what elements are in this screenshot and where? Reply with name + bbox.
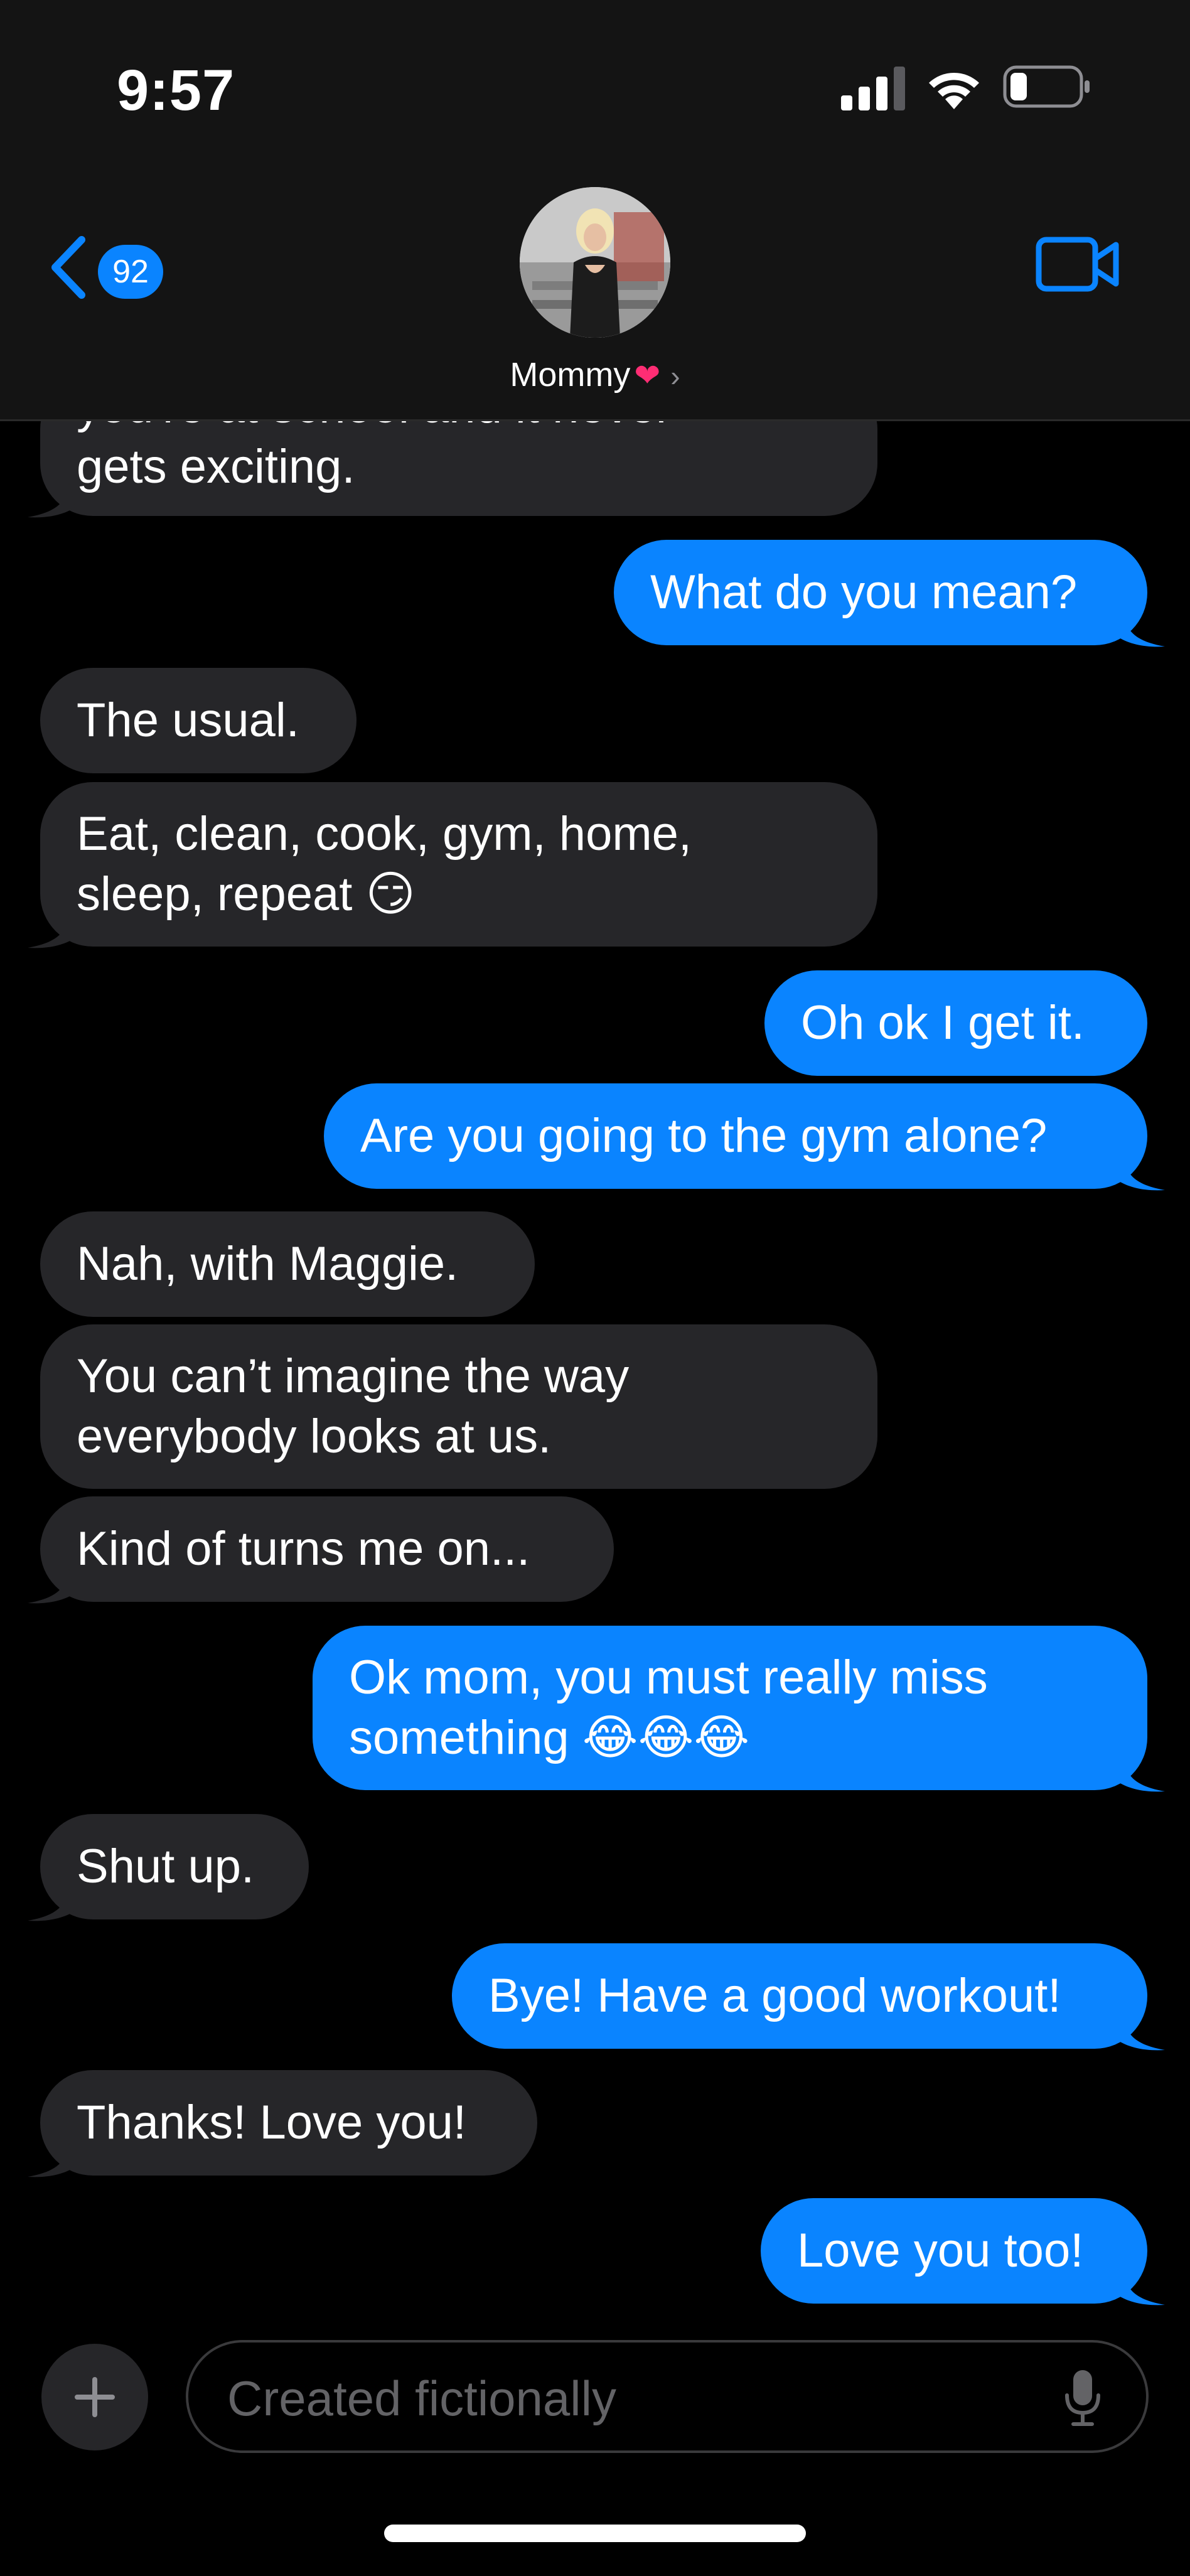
- chevron-right-icon: ›: [670, 360, 680, 392]
- message-bubble-incoming[interactable]: Nah, with Maggie.: [40, 1211, 535, 1317]
- bubble-tail: [1117, 613, 1165, 647]
- message-line: everybody looks at us.: [77, 1410, 552, 1463]
- message-line: Shut up.: [77, 1840, 255, 1893]
- message-line: You can’t imagine the way: [77, 1350, 630, 1403]
- message-line: Bye! Have a good workout!: [488, 1969, 1061, 2022]
- message-bubble-incoming[interactable]: You can’t imagine the way everybody look…: [40, 1324, 877, 1489]
- message-bubble-outgoing[interactable]: Are you going to the gym alone?: [324, 1083, 1147, 1189]
- microphone-icon[interactable]: [1063, 2369, 1102, 2427]
- message-line: Ok mom, you must really miss: [349, 1651, 988, 1704]
- bubble-tail: [1117, 1758, 1165, 1792]
- message-line: Nah, with Maggie.: [77, 1237, 459, 1291]
- heart-emoji-icon: ❤: [634, 358, 661, 393]
- message-line: What do you mean?: [650, 566, 1078, 619]
- back-button[interactable]: 92: [48, 230, 173, 305]
- message-bubble-outgoing[interactable]: Ok mom, you must really miss something 😂…: [313, 1626, 1147, 1790]
- avatar[interactable]: [520, 187, 670, 338]
- message-line: Thanks! Love you!: [77, 2096, 467, 2149]
- message-bubble-outgoing[interactable]: What do you mean?: [614, 540, 1147, 645]
- message-bubble-incoming[interactable]: Kind of turns me on...: [40, 1496, 614, 1602]
- bubble-tail: [1117, 1156, 1165, 1191]
- home-indicator[interactable]: [384, 2525, 806, 2542]
- bubble-tail: [28, 914, 75, 948]
- message-line: Love you too!: [797, 2224, 1084, 2277]
- message-line: sleep, repeat 😏: [77, 867, 415, 921]
- wifi-icon: [929, 73, 979, 109]
- status-bar: 9:57: [0, 0, 1190, 163]
- bubble-tail: [28, 2143, 75, 2177]
- message-bubble-outgoing[interactable]: Oh ok I get it.: [764, 970, 1147, 1076]
- chevron-left-icon: [51, 236, 85, 299]
- message-bubble-outgoing[interactable]: Love you too!: [761, 2198, 1147, 2304]
- bubble-tail: [28, 1887, 75, 1921]
- contact-name: Mommy: [510, 356, 631, 394]
- bubble-tail: [1117, 2016, 1165, 2051]
- message-line: something 😂😂😂: [349, 1711, 750, 1764]
- unread-count-badge: 92: [98, 245, 163, 299]
- message-line: Are you going to the gym alone?: [360, 1109, 1048, 1162]
- status-time: 9:57: [117, 58, 235, 122]
- contact-name-row[interactable]: Mommy ❤ ›: [0, 355, 1190, 394]
- message-input[interactable]: Created fictionally: [186, 2340, 1149, 2453]
- message-bubble-incoming[interactable]: Shut up.: [40, 1814, 309, 1919]
- message-line: Oh ok I get it.: [801, 996, 1085, 1049]
- message-line: Eat, clean, cook, gym, home,: [77, 807, 692, 861]
- cellular-signal-icon: [841, 67, 905, 110]
- message-bubble-incoming[interactable]: Thanks! Love you!: [40, 2070, 537, 2176]
- message-bubble-outgoing[interactable]: Bye! Have a good workout!: [452, 1943, 1147, 2049]
- bubble-tail: [1117, 2271, 1165, 2305]
- message-bubble-incoming[interactable]: The usual.: [40, 668, 356, 773]
- bubble-tail: [28, 1569, 75, 1604]
- message-bubble-incoming[interactable]: Eat, clean, cook, gym, home, sleep, repe…: [40, 782, 877, 947]
- plus-icon: [75, 2377, 115, 2417]
- conversation-header: 92 Mommy ❤ ›: [0, 163, 1190, 421]
- plus-button[interactable]: [41, 2344, 148, 2450]
- contact-photo: [520, 187, 670, 338]
- message-input-placeholder: Created fictionally: [227, 2371, 616, 2426]
- message-line: The usual.: [77, 694, 299, 747]
- message-line: Kind of turns me on...: [77, 1522, 530, 1575]
- battery-icon: [1003, 65, 1090, 108]
- video-camera-icon[interactable]: [1036, 236, 1121, 292]
- message-line: gets exciting.: [77, 440, 355, 493]
- bubble-tail: [28, 483, 75, 518]
